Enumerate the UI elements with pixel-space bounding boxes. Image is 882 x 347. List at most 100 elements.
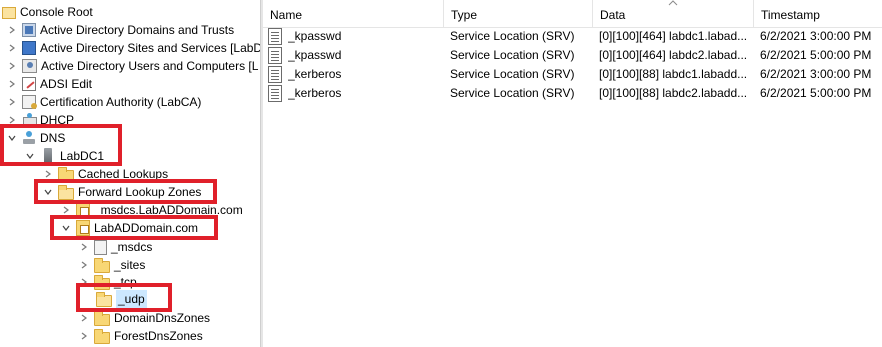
certificate-authority-icon <box>22 95 37 109</box>
dhcp-icon <box>22 113 37 128</box>
tree-item-tcp[interactable]: _tcp <box>78 273 137 291</box>
tree-item-sites[interactable]: _sites <box>78 256 145 274</box>
chevron-right-icon[interactable] <box>60 204 72 216</box>
cell-type: Service Location (SRV) <box>450 67 575 81</box>
cell-name: _kpasswd <box>288 48 342 62</box>
tree-item-forward-lookup-zones[interactable]: Forward Lookup Zones <box>42 183 201 201</box>
table-row[interactable]: _kpasswd Service Location (SRV) [0][100]… <box>263 27 882 46</box>
tree-item-label: DomainDnsZones <box>114 311 211 325</box>
table-row[interactable]: _kpasswd Service Location (SRV) [0][100]… <box>263 46 882 65</box>
zone-delegation-icon <box>94 239 107 255</box>
tree-item-label: Cached Lookups <box>78 167 169 181</box>
tree-item-label: LabDC1 <box>60 149 105 163</box>
cell-timestamp: 6/2/2021 5:00:00 PM <box>760 48 872 62</box>
tree-item-label: Active Directory Domains and Trusts <box>40 23 235 37</box>
tree-item-console-root[interactable]: Console Root <box>2 3 93 21</box>
tree-item-domaindnszones[interactable]: DomainDnsZones <box>78 309 210 327</box>
tree-item-label: _msdcs <box>111 240 153 254</box>
tree-item-ad-sites-services[interactable]: Active Directory Sites and Services [Lab… <box>6 39 262 57</box>
tree-item-udp[interactable]: _udp <box>96 290 147 308</box>
chevron-right-icon[interactable] <box>78 259 90 271</box>
chevron-down-icon[interactable] <box>60 222 72 234</box>
dns-record-icon <box>268 47 282 64</box>
cell-name: _kpasswd <box>288 29 342 43</box>
cell-data: [0][100][88] labdc1.labadd... <box>599 67 748 81</box>
chevron-down-icon[interactable] <box>24 150 36 162</box>
tree-item-label: _msdcs.LabADDomain.com <box>94 203 243 217</box>
tree-item-adsi-edit[interactable]: ADSI Edit <box>6 75 92 93</box>
tree-item-ad-domains-trusts[interactable]: Active Directory Domains and Trusts <box>6 21 234 39</box>
tree-item-label: _tcp <box>114 275 137 289</box>
chevron-right-icon[interactable] <box>42 168 54 180</box>
cell-data: [0][100][464] labdc1.labad... <box>599 29 748 43</box>
chevron-down-icon[interactable] <box>6 132 18 144</box>
tree-item-label: Forward Lookup Zones <box>78 185 202 199</box>
dns-record-icon <box>268 66 282 83</box>
tree-item-dns[interactable]: DNS <box>6 129 65 147</box>
tree-item-forestdnszones[interactable]: ForestDnsZones <box>78 327 203 345</box>
chevron-right-icon[interactable] <box>78 330 90 342</box>
column-header-name[interactable]: Name <box>263 0 444 28</box>
table-row[interactable]: _kerberos Service Location (SRV) [0][100… <box>263 84 882 103</box>
tree-item-certification-authority[interactable]: Certification Authority (LabCA) <box>6 93 201 111</box>
cell-name: _kerberos <box>288 86 342 100</box>
cell-type: Service Location (SRV) <box>450 29 575 43</box>
chevron-right-icon[interactable] <box>78 312 90 324</box>
cell-timestamp: 6/2/2021 3:00:00 PM <box>760 67 872 81</box>
tree-item-cached-lookups[interactable]: Cached Lookups <box>42 165 168 183</box>
cell-type: Service Location (SRV) <box>450 86 575 100</box>
chevron-right-icon[interactable] <box>6 24 18 36</box>
tree-item-dhcp[interactable]: DHCP <box>6 111 74 129</box>
sort-ascending-icon <box>668 0 678 8</box>
folder-icon <box>58 166 74 182</box>
tree-item-labdc1[interactable]: LabDC1 <box>24 147 104 165</box>
tree-item-label: ForestDnsZones <box>114 329 203 343</box>
server-icon <box>40 148 56 164</box>
folder-icon <box>94 328 110 344</box>
tree-item-ad-users-computers[interactable]: Active Directory Users and Computers [L <box>6 57 258 75</box>
zone-icon <box>76 202 90 218</box>
dns-record-icon <box>268 85 282 102</box>
console-tree[interactable]: Console Root Active Directory Domains an… <box>0 0 262 347</box>
tree-item-label: Certification Authority (LabCA) <box>40 95 202 109</box>
tree-item-label: ADSI Edit <box>40 77 93 91</box>
chevron-right-icon[interactable] <box>6 42 18 54</box>
dns-record-icon <box>268 28 282 45</box>
chevron-right-icon[interactable] <box>78 276 90 288</box>
tree-item-label: Active Directory Sites and Services [Lab… <box>40 41 262 55</box>
chevron-right-icon[interactable] <box>6 60 18 72</box>
chevron-right-icon[interactable] <box>6 114 18 126</box>
cell-type: Service Location (SRV) <box>450 48 575 62</box>
column-header-type[interactable]: Type <box>444 0 593 28</box>
cell-timestamp: 6/2/2021 5:00:00 PM <box>760 86 872 100</box>
chevron-right-icon[interactable] <box>6 96 18 108</box>
folder-icon <box>94 310 110 326</box>
tree-item-label: _sites <box>114 258 146 272</box>
cell-data: [0][100][88] labdc2.labadd... <box>599 86 748 100</box>
tree-item-label: _udp <box>116 290 147 308</box>
folder-open-icon <box>58 184 74 200</box>
tree-item-label: Console Root <box>20 5 93 19</box>
tree-item-msdcs-zone[interactable]: _msdcs.LabADDomain.com <box>60 201 243 219</box>
sites-services-icon <box>22 41 36 55</box>
tree-item-msdcs-delegation[interactable]: _msdcs <box>78 238 152 256</box>
domains-trusts-icon <box>22 23 36 37</box>
folder-open-icon <box>96 291 112 307</box>
users-computers-icon <box>22 59 37 73</box>
chevron-right-icon[interactable] <box>6 78 18 90</box>
folder-icon <box>94 257 110 273</box>
console-root-icon <box>2 7 16 19</box>
column-header-timestamp[interactable]: Timestamp <box>754 0 882 28</box>
tree-item-label: DHCP <box>40 113 75 127</box>
table-row[interactable]: _kerberos Service Location (SRV) [0][100… <box>263 65 882 84</box>
chevron-down-icon[interactable] <box>42 186 54 198</box>
column-header-row: Name Type Data Timestamp <box>263 0 882 28</box>
tree-item-labaddomain-zone[interactable]: LabADDomain.com <box>60 219 198 237</box>
chevron-right-icon[interactable] <box>78 241 90 253</box>
dns-icon <box>22 131 36 145</box>
tree-item-label: LabADDomain.com <box>94 221 199 235</box>
cell-data: [0][100][464] labdc2.labad... <box>599 48 748 62</box>
records-list[interactable]: Name Type Data Timestamp _kpasswd Servic… <box>263 0 882 347</box>
tree-item-label: DNS <box>40 131 66 145</box>
zone-icon <box>76 220 90 236</box>
